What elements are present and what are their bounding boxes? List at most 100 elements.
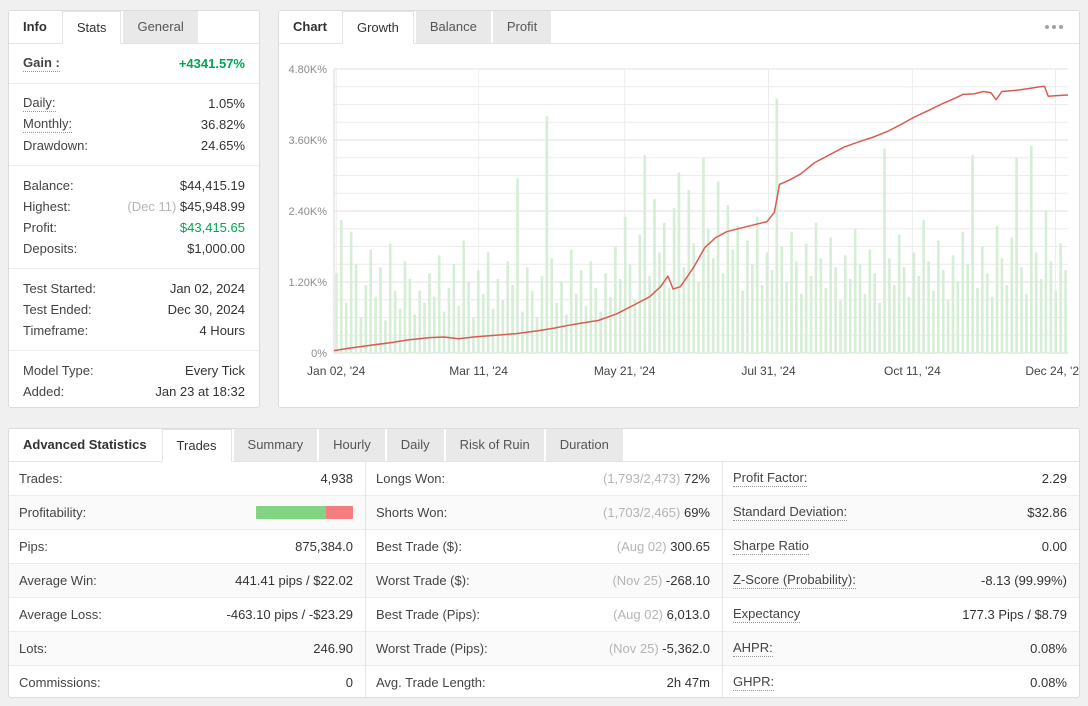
stat-label-pips: Pips: — [19, 539, 48, 554]
stat-value-date-prefix: (Dec 11) — [127, 199, 180, 214]
stat-row-timeframe: Timeframe:4 Hours — [9, 320, 259, 341]
chart-panel-tabstrip: Chart GrowthBalanceProfit — [279, 11, 1079, 44]
gain-distribution-bar — [399, 309, 402, 353]
stat-value-highest: (Dec 11) $45,948.99 — [127, 199, 245, 214]
gain-distribution-bar — [961, 232, 964, 353]
ellipsis-dot-icon — [1059, 25, 1063, 29]
gain-distribution-bar — [888, 258, 891, 353]
table-row-average-loss: Average Loss:-463.10 pips / -$23.29 — [9, 598, 365, 632]
chart-tab-profit[interactable]: Profit — [493, 11, 551, 44]
gain-distribution-bar — [634, 300, 637, 353]
stat-value-test-started: Jan 02, 2024 — [170, 281, 245, 296]
stat-label-sharpe-ratio[interactable]: Sharpe Ratio — [733, 538, 809, 555]
gain-distribution-bar — [908, 297, 911, 353]
stat-value-drawdown: 24.65% — [201, 138, 245, 153]
gain-distribution-bar — [462, 241, 465, 353]
gain-distribution-bar — [482, 294, 485, 353]
stat-value-daily: 1.05% — [208, 96, 245, 111]
stat-label-daily[interactable]: Daily: — [23, 95, 56, 112]
gain-distribution-bar — [952, 255, 955, 353]
gain-distribution-bar — [614, 247, 617, 354]
table-row-shorts-won: Shorts Won:(1,703/2,465) 69% — [366, 496, 722, 530]
x-axis-tick-label: Dec 24, '24 — [1025, 364, 1079, 378]
stats-tab-summary[interactable]: Summary — [234, 429, 318, 462]
gain-distribution-bar — [702, 158, 705, 353]
gain-distribution-bar — [345, 303, 348, 353]
table-row-ghpr: GHPR:0.08% — [723, 666, 1079, 698]
stats-column-1: Trades:4,938Profitability:Pips:875,384.0… — [9, 462, 365, 698]
stat-value-z-score-probability: -8.13 (99.99%) — [981, 573, 1067, 588]
stat-label-best-trade-pips: Best Trade (Pips): — [376, 607, 480, 622]
advanced-statistics-panel: Advanced Statistics TradesSummaryHourlyD… — [8, 428, 1080, 698]
info-tab-stats[interactable]: Stats — [62, 11, 122, 44]
stat-value-lots: 246.90 — [313, 641, 353, 656]
gain-distribution-bar — [893, 285, 896, 353]
gain-distribution-bar — [790, 232, 793, 353]
stat-label-ghpr[interactable]: GHPR: — [733, 674, 774, 691]
gain-distribution-bar — [335, 273, 338, 353]
gain-distribution-bar — [506, 261, 509, 353]
gain-distribution-bar — [898, 235, 901, 353]
gain-distribution-bar — [971, 155, 974, 353]
table-row-longs-won: Longs Won:(1,793/2,473) 72% — [366, 462, 722, 496]
growth-chart-area: 0%1.20K%2.40K%3.60K%4.80K%Jan 02, '24Mar… — [279, 44, 1079, 408]
gain-distribution-bar — [712, 258, 715, 353]
gain-distribution-bar — [1010, 238, 1013, 353]
gain-distribution-bar — [678, 173, 681, 353]
chart-tab-balance[interactable]: Balance — [416, 11, 491, 44]
table-row-best-trade-pips: Best Trade (Pips): (Aug 02) 6,013.0 — [366, 598, 722, 632]
stat-value-monthly: 36.82% — [201, 117, 245, 132]
chart-panel-title: Chart — [279, 11, 341, 43]
stats-tab-hourly[interactable]: Hourly — [319, 429, 385, 462]
stat-label-monthly[interactable]: Monthly: — [23, 116, 72, 133]
y-axis-tick-label: 3.60K% — [288, 135, 327, 147]
stat-row-monthly: Monthly: 36.82% — [9, 114, 259, 135]
gain-distribution-bar — [1020, 267, 1023, 353]
stat-label-z-score-probability[interactable]: Z-Score (Probability): — [733, 572, 856, 589]
table-row-best-trade: Best Trade ($):(Aug 02) 300.65 — [366, 530, 722, 564]
gain-distribution-bar — [477, 270, 480, 353]
gain-distribution-bar — [1006, 285, 1009, 353]
table-row-pips: Pips:875,384.0 — [9, 530, 365, 564]
stat-label-test-ended: Test Ended: — [23, 302, 92, 317]
stat-row-added: Added:Jan 23 at 18:32 — [9, 381, 259, 402]
stat-value-commissions: 0 — [346, 675, 353, 690]
stats-tab-risk-of-ruin[interactable]: Risk of Ruin — [446, 429, 544, 462]
gain-distribution-bar — [917, 276, 920, 353]
gain-distribution-bar — [438, 255, 441, 353]
info-panel-tabstrip: Info StatsGeneral — [9, 11, 259, 44]
gain-distribution-bar — [1059, 244, 1062, 353]
gain-distribution-bar — [536, 318, 539, 354]
stat-label-gain[interactable]: Gain : — [23, 55, 60, 72]
stats-tab-daily[interactable]: Daily — [387, 429, 444, 462]
info-tab-general[interactable]: General — [123, 11, 197, 44]
gain-distribution-bar — [609, 297, 612, 353]
stat-label-profit-factor[interactable]: Profit Factor: — [733, 470, 807, 487]
table-row-z-score-probability: Z-Score (Probability): -8.13 (99.99%) — [723, 564, 1079, 598]
gain-distribution-bar — [942, 270, 945, 353]
stat-label-expectancy[interactable]: Expectancy — [733, 606, 800, 623]
gain-distribution-bar — [423, 303, 426, 353]
y-axis-tick-label: 2.40K% — [288, 206, 327, 218]
stats-tab-trades[interactable]: Trades — [162, 429, 232, 462]
stat-label-ahpr[interactable]: AHPR: — [733, 640, 773, 657]
advanced-statistics-title: Advanced Statistics — [9, 429, 161, 461]
chart-options-menu-button[interactable] — [1029, 25, 1079, 29]
gain-distribution-bar — [570, 249, 573, 353]
gain-distribution-bar — [599, 312, 602, 353]
gain-distribution-bar — [692, 244, 695, 353]
gain-distribution-bar — [663, 223, 666, 353]
stat-value-test-ended: Dec 30, 2024 — [168, 302, 245, 317]
stat-label-average-win: Average Win: — [19, 573, 97, 588]
stats-tab-duration[interactable]: Duration — [546, 429, 623, 462]
stat-row-highest: Highest:(Dec 11) $45,948.99 — [9, 196, 259, 217]
stat-value-model-type: Every Tick — [185, 363, 245, 378]
stat-row-model-type: Model Type:Every Tick — [9, 360, 259, 381]
gain-distribution-bar — [492, 309, 495, 353]
growth-chart: 0%1.20K%2.40K%3.60K%4.80K%Jan 02, '24Mar… — [279, 44, 1079, 408]
gain-distribution-bar — [643, 155, 646, 353]
ellipsis-dot-icon — [1052, 25, 1056, 29]
stat-label-standard-deviation[interactable]: Standard Deviation: — [733, 504, 847, 521]
stat-value-best-trade-pips: (Aug 02) 6,013.0 — [613, 607, 710, 622]
chart-tab-growth[interactable]: Growth — [342, 11, 414, 44]
